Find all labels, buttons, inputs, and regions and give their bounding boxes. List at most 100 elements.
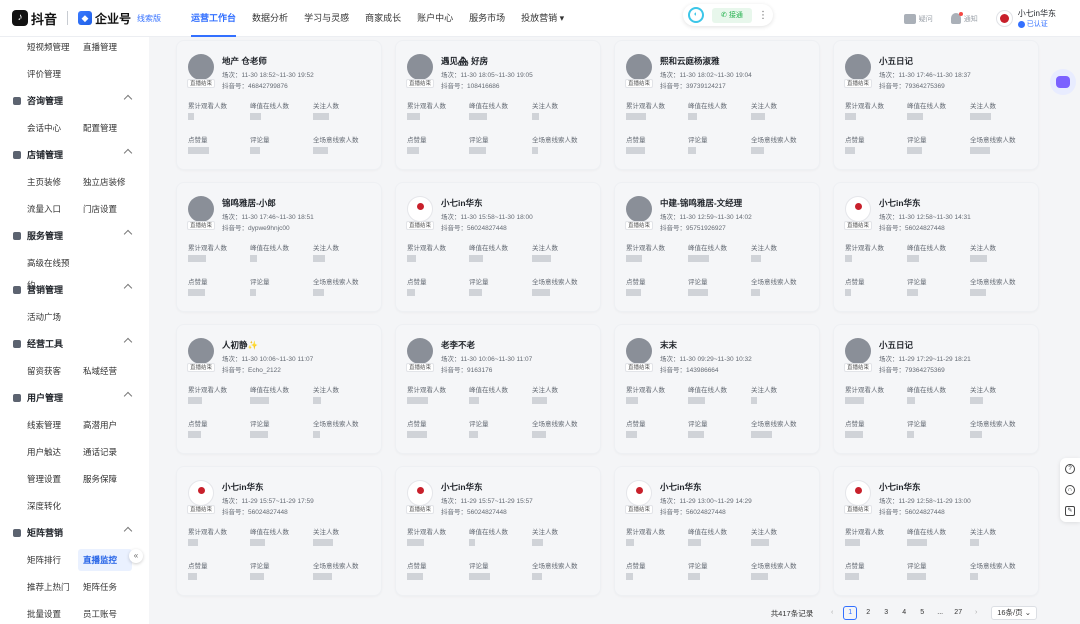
account-id: 抖音号：79364275369: [879, 367, 945, 374]
account-id: 抖音号：9163176: [441, 367, 493, 374]
user-avatar[interactable]: [995, 10, 1013, 27]
feedback-icon[interactable]: ✎: [1065, 506, 1075, 517]
live-session-card[interactable]: 直播结束 小七in华东 场次：11-30 12:58~11-30 14:31 抖音号：…: [833, 182, 1039, 312]
sidebar-row: 评价管理: [0, 60, 149, 87]
sidebar-item[interactable]: 员工账号: [78, 603, 132, 624]
sidebar-item[interactable]: 直播监控: [78, 548, 132, 571]
page-2[interactable]: 2: [861, 606, 875, 620]
sidebar-item[interactable]: 私域经营: [78, 360, 132, 382]
metric-value-masked: [907, 539, 927, 546]
ai-robot-button[interactable]: [1050, 69, 1076, 95]
notification-button[interactable]: 通知: [950, 12, 978, 24]
page-27[interactable]: 27: [951, 606, 965, 620]
metric-label-follow: 关注人数: [313, 245, 339, 252]
page-5[interactable]: 5: [915, 606, 929, 620]
sidebar-item[interactable]: 短视频管理: [22, 37, 76, 58]
page-size-select[interactable]: 16条/页 ⌄: [991, 606, 1037, 620]
help-icon[interactable]: ?: [1065, 463, 1075, 474]
sidebar-item[interactable]: 管理设置: [22, 468, 76, 490]
live-session-card[interactable]: 直播结束 地产 仓老师 场次：11-30 18:52~11-30 19:52 抖音号：…: [176, 40, 382, 170]
metric-label-viewers: 累计观看人数: [188, 387, 227, 394]
sidebar: 短视频管理 直播管理 评价管理 咨询管理会话中心 配置管理店铺管理主页装修 独立店装修 流量…: [0, 37, 149, 624]
help-button[interactable]: 疑问: [903, 13, 933, 24]
more-dots-icon[interactable]: ⋮: [758, 10, 768, 21]
live-session-card[interactable]: 直播结束 小七in华东 场次：11-29 15:57~11-29 15:57 抖音号：…: [395, 466, 601, 596]
sidebar-group-6[interactable]: 用户管理: [0, 384, 149, 411]
sidebar-group-2[interactable]: 店铺管理: [0, 141, 149, 168]
live-session-card[interactable]: 直播结束 小七in华东 场次：11-29 15:57~11-29 17:59 抖音号：…: [176, 466, 382, 596]
nav-tab-0[interactable]: 运营工作台: [183, 0, 244, 37]
customer-service-icon[interactable]: ∩: [1065, 484, 1075, 495]
sidebar-group-5[interactable]: 经营工具: [0, 330, 149, 357]
live-session-card[interactable]: 直播结束 老李不老 场次：11-30 10:06~11-30 11:07 抖音号：91…: [395, 324, 601, 454]
sidebar-item[interactable]: 会话中心: [22, 117, 76, 139]
page-scrollbar[interactable]: [1071, 37, 1080, 624]
collapse-sidebar-button[interactable]: «: [129, 549, 143, 563]
metric-value-masked: [313, 539, 333, 546]
sidebar-item[interactable]: 矩阵排行: [22, 549, 76, 571]
live-session-card[interactable]: 直播结束 末末 场次：11-30 09:29~11-30 10:32 抖音号：1439…: [614, 324, 820, 454]
sidebar-item[interactable]: 矩阵任务: [78, 576, 132, 598]
sidebar-item[interactable]: 高潜用户: [78, 414, 132, 436]
live-session-card[interactable]: 直播结束 小七in华东 场次：11-29 13:00~11-29 14:29 抖音号：…: [614, 466, 820, 596]
brand[interactable]: ♪ 抖音 ◆ 企业号 线索版: [0, 9, 161, 28]
sidebar-item[interactable]: 高级在线预约: [22, 252, 76, 290]
sidebar-group-1[interactable]: 咨询管理: [0, 87, 149, 114]
live-session-card[interactable]: 直播结束 熙和云庭杨淑雅 场次：11-30 18:02~11-30 19:04 抖音号…: [614, 40, 820, 170]
metric-label-viewers: 累计观看人数: [845, 529, 884, 536]
metric-label-viewers: 累计观看人数: [188, 103, 227, 110]
sidebar-item[interactable]: 推荐上热门: [22, 576, 76, 598]
nav-tab-4[interactable]: 账户中心: [409, 0, 461, 37]
streamer-name: 小七in华东: [879, 198, 921, 208]
live-session-card[interactable]: 直播结束 小五日记 场次：11-29 17:29~11-29 18:21 抖音号：79…: [833, 324, 1039, 454]
sidebar-item[interactable]: 用户触达: [22, 441, 76, 463]
page-4[interactable]: 4: [897, 606, 911, 620]
sidebar-item[interactable]: 配置管理: [78, 117, 132, 139]
live-session-card[interactable]: 直播结束 中建-锦鸣雅居-文经理 场次：11-30 12:59~11-30 14:0…: [614, 182, 820, 312]
live-session-card[interactable]: 直播结束 小五日记 场次：11-30 17:46~11-30 18:37 抖音号：79…: [833, 40, 1039, 170]
sidebar-item[interactable]: 门店设置: [78, 198, 132, 220]
enterprise-logo-icon: ◆: [78, 11, 93, 25]
nav-tab-1[interactable]: 数据分析: [244, 0, 296, 37]
sidebar-item[interactable]: 通话记录: [78, 441, 132, 463]
account-id: 抖音号：39739124217: [660, 83, 726, 90]
ai-assistant-icon[interactable]: ◐: [688, 7, 704, 23]
sidebar-item[interactable]: 评价管理: [22, 63, 76, 85]
sidebar-item[interactable]: 批量设置: [22, 603, 76, 624]
nav-tab-5[interactable]: 服务市场: [461, 0, 513, 37]
nav-tab-2[interactable]: 学习与灵感: [296, 0, 357, 37]
nav-tab-6[interactable]: 投放营销 ▾: [513, 0, 572, 37]
sidebar-item[interactable]: 流量入口: [22, 198, 76, 220]
sidebar-item[interactable]: 服务保障: [78, 468, 132, 490]
next-page-button[interactable]: ›: [969, 606, 983, 620]
sidebar-item[interactable]: 留资获客: [22, 360, 76, 382]
page-1[interactable]: 1: [843, 606, 858, 620]
group-icon: [13, 96, 21, 105]
nav-tab-3[interactable]: 商家成长: [357, 0, 409, 37]
live-session-card[interactable]: 直播结束 人初静✨ 场次：11-30 10:06~11-30 11:07 抖音号：Ec…: [176, 324, 382, 454]
metric-label-likes: 点赞量: [407, 563, 427, 570]
account-id: 抖音号：Echo_2122: [222, 367, 281, 374]
sidebar-group-3[interactable]: 服务管理: [0, 222, 149, 249]
prev-page-button[interactable]: ‹: [825, 606, 839, 620]
sidebar-item[interactable]: 线索管理: [22, 414, 76, 436]
page-3[interactable]: 3: [879, 606, 893, 620]
metric-value-masked: [751, 539, 769, 546]
sidebar-item[interactable]: 活动广场: [22, 306, 76, 328]
sidebar-item[interactable]: 主页装修: [22, 171, 76, 193]
metric-label-leads: 全场意线索人数: [751, 421, 797, 428]
live-session-card[interactable]: 直播结束 小七in华东 场次：11-30 15:58~11-30 18:00 抖音号：…: [395, 182, 601, 312]
sidebar-item[interactable]: 直播管理: [78, 37, 132, 58]
sidebar-group-title: 店铺管理: [27, 150, 64, 160]
user-menu[interactable]: 小七in华东 已认证: [1017, 8, 1056, 29]
sidebar-item[interactable]: 深度转化: [22, 495, 76, 517]
metric-label-viewers: 累计观看人数: [188, 245, 227, 252]
sidebar-group-7[interactable]: 矩阵营销: [0, 519, 149, 546]
answer-call-button[interactable]: ✆ 接通: [712, 7, 752, 23]
sidebar-group-4[interactable]: 营销管理: [0, 276, 149, 303]
session-time: 场次：11-29 15:57~11-29 17:59: [222, 498, 314, 505]
sidebar-item[interactable]: 独立店装修: [78, 171, 132, 193]
live-session-card[interactable]: 直播结束 锦鸣雅居-小郎 场次：11-30 17:46~11-30 18:51 抖音号…: [176, 182, 382, 312]
live-session-card[interactable]: 直播结束 小七in华东 场次：11-29 12:58~11-29 13:00 抖音号：…: [833, 466, 1039, 596]
live-session-card[interactable]: 直播结束 遇见🏘 好房 场次：11-30 18:05~11-30 19:05 抖音号：…: [395, 40, 601, 170]
